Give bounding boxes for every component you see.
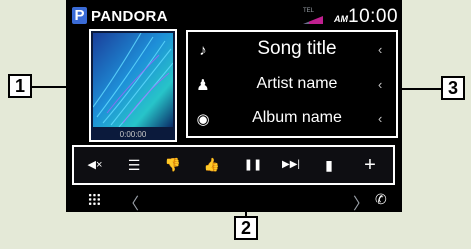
track-info-panel: ♪ Song title ‹ ♟ Artist name ‹ ◉ Album n… xyxy=(186,30,398,138)
thumbs-up-icon[interactable]: 👍 xyxy=(199,154,225,176)
tel-indicator: TEL xyxy=(303,8,315,14)
artist-name: Artist name xyxy=(256,75,338,92)
status-indicators: TEL xyxy=(303,8,331,26)
artist-icon: ♟ xyxy=(196,77,210,94)
callout-1-leader xyxy=(31,86,89,88)
callout-1: 1 xyxy=(8,74,32,98)
callout-3: 3 xyxy=(441,76,465,100)
control-bar: ◀× ☰ 👎 👍 ❚❚ ▶▶| ▮ + xyxy=(72,145,395,185)
music-note-icon: ♪ xyxy=(199,42,207,59)
chevron-left-icon[interactable]: ‹ xyxy=(378,77,382,92)
add-icon[interactable]: + xyxy=(357,154,383,176)
callout-3-leader xyxy=(399,88,441,90)
ampm-indicator: AM xyxy=(334,14,348,24)
clock: 10:00 xyxy=(348,6,399,27)
signal-strength-icon xyxy=(303,16,323,24)
pause-icon[interactable]: ❚❚ xyxy=(240,154,266,176)
list-icon[interactable]: ☰ xyxy=(121,154,147,176)
album-disc-icon: ◉ xyxy=(196,111,210,128)
album-name-row[interactable]: ◉ Album name ‹ xyxy=(188,103,396,136)
nav-right-icon[interactable]: 〉 xyxy=(353,190,369,212)
chevron-left-icon[interactable]: ‹ xyxy=(378,111,382,126)
callout-2-leader xyxy=(245,186,247,216)
callout-2: 2 xyxy=(234,216,258,240)
home-grid-icon[interactable] xyxy=(88,193,101,206)
thumbs-down-icon[interactable]: 👎 xyxy=(160,154,186,176)
song-title: Song title xyxy=(257,38,337,59)
phone-icon[interactable]: ✆ xyxy=(375,191,387,208)
app-name: PANDORA xyxy=(91,8,168,25)
nav-left-icon[interactable]: 〈 xyxy=(123,190,139,212)
artist-name-row[interactable]: ♟ Artist name ‹ xyxy=(188,69,396,102)
mute-icon[interactable]: ◀× xyxy=(82,154,108,176)
bookmark-icon[interactable]: ▮ xyxy=(316,154,342,176)
album-art-area[interactable]: 0:00:00 xyxy=(89,29,177,142)
skip-icon[interactable]: ▶▶| xyxy=(278,154,304,176)
song-title-row[interactable]: ♪ Song title ‹ xyxy=(188,34,396,67)
album-name: Album name xyxy=(252,109,342,126)
elapsed-time: 0:00:00 xyxy=(119,130,147,139)
chevron-left-icon[interactable]: ‹ xyxy=(378,42,382,57)
head-unit-screen: P PANDORA TEL AM 10:00 0:00:00 ♪ Song ti… xyxy=(66,0,402,212)
pandora-logo-icon: P xyxy=(72,7,87,24)
bottom-bar: 〈 〉 ✆ xyxy=(66,188,402,212)
album-art-image xyxy=(93,33,173,127)
